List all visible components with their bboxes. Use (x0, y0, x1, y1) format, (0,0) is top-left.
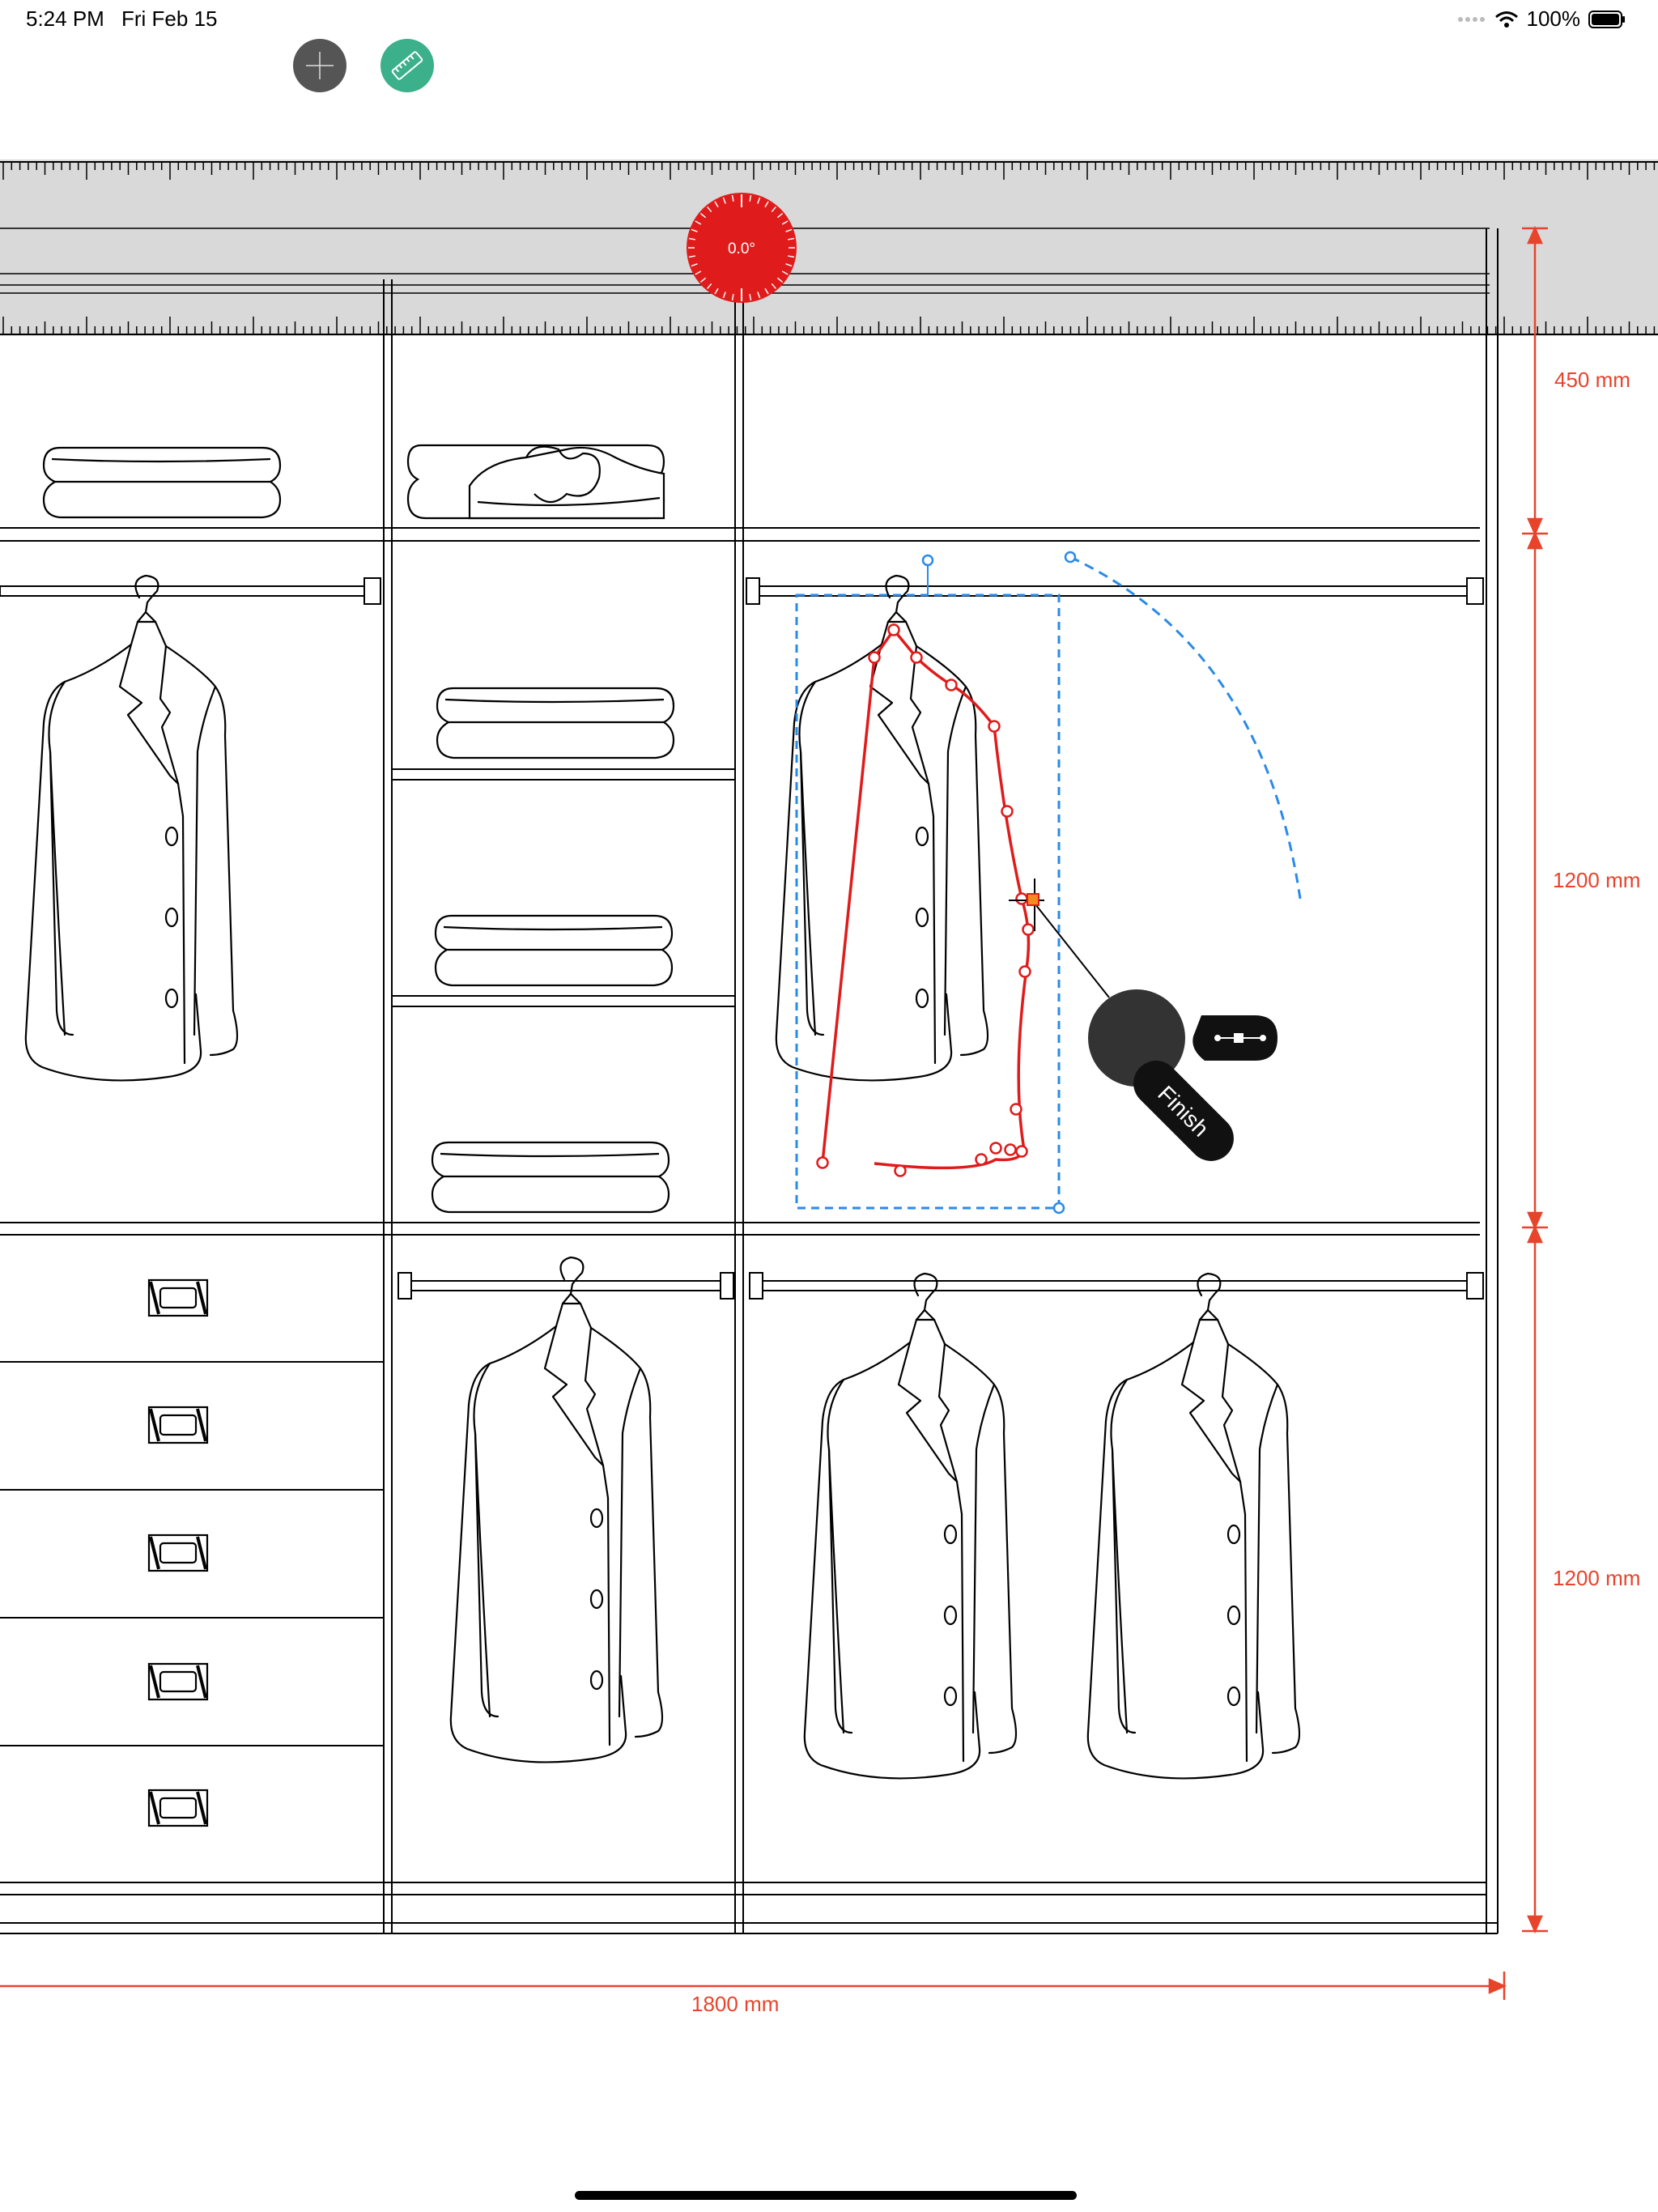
path-node[interactable] (868, 651, 881, 664)
rotation-arc (1069, 555, 1302, 900)
path-node[interactable] (1010, 1103, 1022, 1116)
dimension-total-width: 1800 mm (691, 1992, 780, 2016)
path-node[interactable] (1015, 1145, 1028, 1158)
wardrobe-frame (0, 228, 1499, 1934)
finish-button[interactable]: Finish (1124, 1051, 1243, 1170)
jacket-bottom-right-1 (803, 1272, 1018, 1780)
ruler[interactable] (0, 160, 1658, 336)
pencil-menu[interactable]: Finish (1088, 989, 1278, 1171)
jacket-bottom-right-2 (1086, 1272, 1301, 1780)
drawing-canvas[interactable]: Finish 0.0° (0, 0, 1658, 2212)
path-node[interactable] (1004, 1143, 1017, 1156)
path-node[interactable] (894, 1164, 907, 1177)
dimension-lines (0, 225, 1548, 2000)
home-indicator[interactable] (575, 2191, 1077, 2200)
path-node[interactable] (945, 678, 958, 691)
selection-path[interactable] (816, 623, 1035, 1177)
path-node[interactable] (988, 720, 1001, 733)
jacket-bottom-middle (449, 1256, 664, 1763)
protractor-dial[interactable]: 0.0° (687, 193, 797, 303)
folded-towels (42, 446, 675, 1214)
path-node[interactable] (1001, 805, 1014, 818)
path-node[interactable] (816, 1156, 829, 1169)
resize-handle[interactable] (1052, 1202, 1065, 1214)
path-node[interactable] (1015, 892, 1028, 905)
path-node[interactable] (1022, 923, 1035, 936)
dimension-top-shelf: 450 mm (1554, 368, 1630, 392)
path-node[interactable] (887, 623, 900, 636)
rotate-handle[interactable] (921, 554, 934, 567)
folded-shirts (406, 444, 665, 520)
path-node[interactable] (989, 1142, 1002, 1155)
dimension-bottom-section: 1200 mm (1553, 1566, 1641, 1590)
dimension-middle-section: 1200 mm (1553, 868, 1641, 892)
jacket-selected[interactable] (775, 574, 989, 1082)
path-node[interactable] (910, 651, 923, 664)
angle-readout: 0.0° (728, 240, 755, 257)
path-node[interactable] (975, 1153, 988, 1166)
path-node[interactable] (1018, 965, 1031, 978)
jacket-top-left (24, 574, 239, 1082)
hanging-rods (0, 577, 1484, 1300)
